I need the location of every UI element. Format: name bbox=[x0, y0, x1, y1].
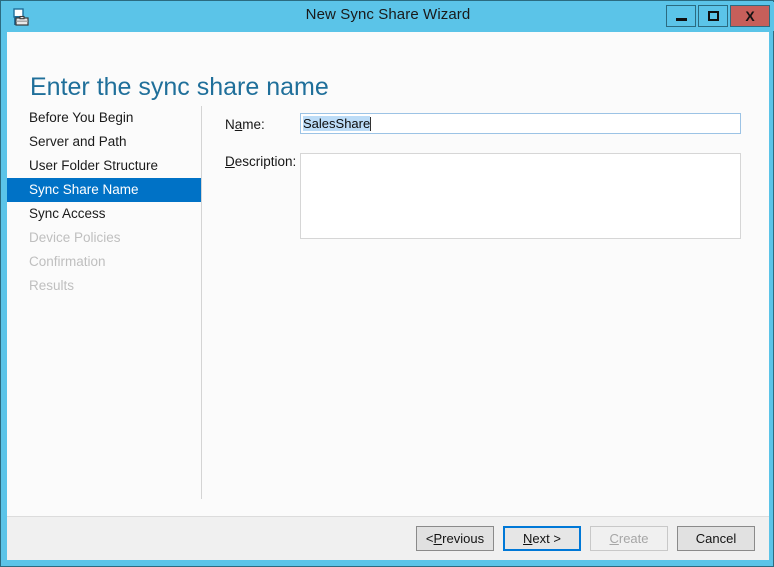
maximize-icon bbox=[708, 11, 719, 21]
name-label: Name: bbox=[225, 117, 265, 132]
description-label: Description: bbox=[225, 154, 296, 169]
description-label-accel: D bbox=[225, 154, 235, 169]
close-button[interactable]: X bbox=[730, 5, 770, 27]
window-controls: X bbox=[666, 5, 770, 27]
form-pane: Name: SalesShare Description: bbox=[7, 32, 769, 516]
window-title: New Sync Share Wizard bbox=[2, 6, 774, 23]
text-caret bbox=[370, 117, 371, 131]
maximize-button[interactable] bbox=[698, 5, 728, 27]
button-row: < Previous Next > Create Cancel bbox=[416, 526, 755, 551]
name-input-value: SalesShare bbox=[303, 116, 370, 131]
client-area: Enter the sync share name Before You Beg… bbox=[7, 32, 769, 560]
title-bar[interactable]: New Sync Share Wizard X bbox=[2, 2, 774, 31]
description-label-post: escription: bbox=[235, 154, 297, 169]
footer-bar: < Previous Next > Create Cancel bbox=[7, 517, 769, 560]
name-label-pre: N bbox=[225, 117, 235, 132]
description-input[interactable] bbox=[300, 153, 741, 239]
previous-button-post: revious bbox=[442, 531, 484, 546]
name-input[interactable]: SalesShare bbox=[300, 113, 741, 134]
create-button-post: reate bbox=[619, 531, 649, 546]
create-button-accel: C bbox=[609, 531, 618, 546]
minimize-icon bbox=[676, 18, 687, 21]
create-button: Create bbox=[590, 526, 668, 551]
previous-button-pre: < bbox=[426, 531, 434, 546]
minimize-button[interactable] bbox=[666, 5, 696, 27]
next-button-post: ext > bbox=[532, 531, 561, 546]
previous-button-accel: P bbox=[434, 531, 443, 546]
wizard-window: New Sync Share Wizard X Enter the sync s… bbox=[0, 0, 774, 567]
previous-button[interactable]: < Previous bbox=[416, 526, 494, 551]
next-button[interactable]: Next > bbox=[503, 526, 581, 551]
name-label-post: me: bbox=[242, 117, 265, 132]
next-button-accel: N bbox=[523, 531, 532, 546]
cancel-button[interactable]: Cancel bbox=[677, 526, 755, 551]
